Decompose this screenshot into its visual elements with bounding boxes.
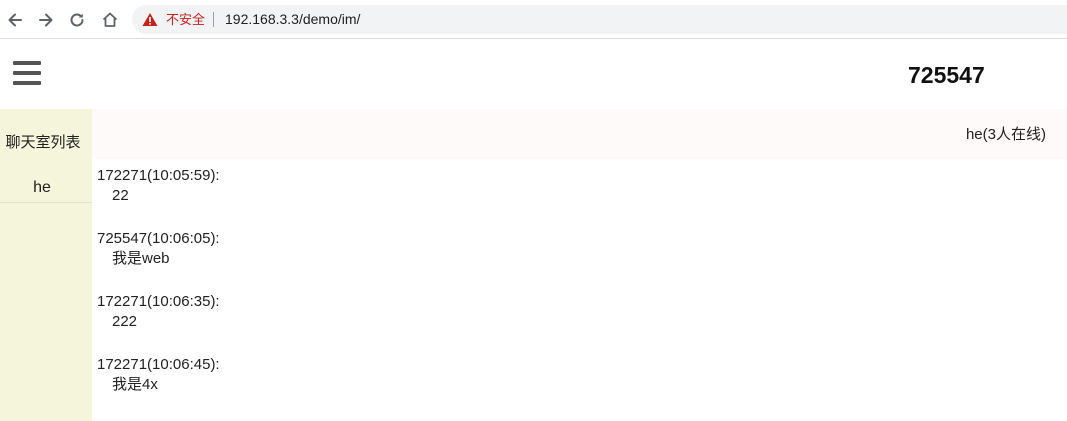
message-text: 我是4x <box>112 376 158 393</box>
message-item: 725547(10:06:05): 我是web <box>97 229 997 292</box>
url-text[interactable]: 192.168.3.3/demo/im/ <box>225 11 360 28</box>
message-item: 172271(10:05:59): 22 <box>97 166 997 229</box>
message-meta: 172271(10:06:35): <box>97 293 220 310</box>
address-bar[interactable]: 不安全 192.168.3.3/demo/im/ <box>132 5 1067 34</box>
room-title: he(3人在线) <box>965 126 1046 143</box>
room-sidebar: 聊天室列表 he <box>0 109 92 421</box>
not-secure-label[interactable]: 不安全 <box>166 11 205 28</box>
browser-toolbar: 不安全 192.168.3.3/demo/im/ <box>0 0 1067 39</box>
message-text: 222 <box>112 313 138 330</box>
room-list-title: 聊天室列表 <box>5 134 81 151</box>
warning-icon[interactable] <box>142 12 158 27</box>
user-id-title: 725547 <box>908 62 985 88</box>
hamburger-menu-icon[interactable] <box>13 61 41 87</box>
message-text: 22 <box>112 187 129 204</box>
omnibox-divider <box>213 12 214 27</box>
back-arrow-icon[interactable] <box>5 10 25 30</box>
message-item: 172271(10:06:45): 我是4x <box>97 355 997 418</box>
home-icon[interactable] <box>100 10 120 30</box>
forward-arrow-icon[interactable] <box>36 10 56 30</box>
message-meta: 172271(10:06:45): <box>97 356 220 373</box>
reload-icon[interactable] <box>67 10 87 30</box>
message-meta: 172271(10:05:59): <box>97 167 220 184</box>
chat-room-header: he(3人在线) <box>92 109 1067 159</box>
message-item: 172271(10:06:35): 222 <box>97 292 997 355</box>
message-text: 我是web <box>112 250 170 267</box>
message-list: 172271(10:05:59): 22 725547(10:06:05): 我… <box>97 166 997 418</box>
room-list-item[interactable]: he <box>0 169 92 203</box>
message-meta: 725547(10:06:05): <box>97 230 220 247</box>
